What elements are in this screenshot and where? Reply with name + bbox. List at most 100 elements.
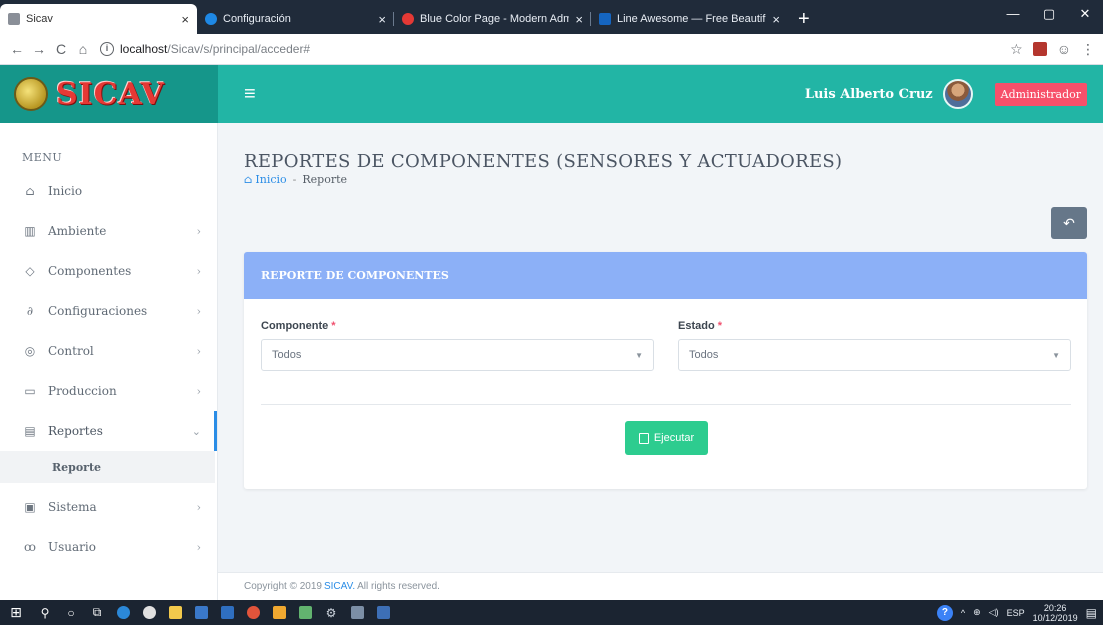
tab-favicon-icon: [205, 13, 217, 25]
form-divider: [261, 404, 1071, 405]
language-indicator[interactable]: ESP: [1007, 608, 1025, 618]
back-button[interactable]: ↶: [1051, 207, 1087, 239]
undo-arrow-icon: ↶: [1063, 215, 1075, 231]
app-icon[interactable]: [294, 602, 316, 624]
avatar[interactable]: [942, 79, 973, 109]
top-navbar: ≡ Luis Alberto Cruz Administrador: [218, 65, 1103, 123]
sidebar-item-label: Produccion: [48, 384, 117, 398]
sidebar-item-label: Inicio: [48, 184, 83, 198]
tab-title: Configuración: [223, 13, 291, 25]
state-label: Estado *: [678, 320, 723, 332]
hamburger-menu-icon[interactable]: ≡: [244, 83, 256, 106]
app-icon[interactable]: [372, 602, 394, 624]
brand-logo-area[interactable]: SICAV: [0, 65, 218, 123]
close-icon[interactable]: ×: [772, 12, 780, 27]
footer-brand-link[interactable]: SICAV.: [324, 581, 355, 592]
reload-icon[interactable]: C: [50, 41, 72, 57]
notifications-icon[interactable]: ▤: [1086, 606, 1097, 620]
sidebar-item-sistema[interactable]: ▣ Sistema ›: [0, 487, 217, 527]
caret-down-icon: ▼: [635, 350, 643, 360]
home-icon: ⌂: [244, 173, 253, 186]
sidebar-item-inicio[interactable]: ⌂ Inicio: [0, 171, 217, 211]
search-icon[interactable]: ⚲: [34, 602, 56, 624]
component-select[interactable]: Todos ▼: [261, 339, 654, 371]
toolbar-right: ☆ ☺ ⋮: [1010, 41, 1103, 58]
menu-title: MENU: [22, 151, 63, 164]
new-tab-button[interactable]: +: [788, 4, 820, 34]
home-icon[interactable]: ⌂: [72, 41, 94, 57]
edge-icon[interactable]: [112, 602, 134, 624]
tab-title: Line Awesome — Free Beautiful: [617, 13, 767, 25]
sidebar-item-usuario[interactable]: ꝏ Usuario ›: [0, 527, 217, 567]
chevron-right-icon: ›: [196, 384, 201, 398]
users-icon: ꝏ: [24, 540, 36, 554]
network-icon[interactable]: ⊕: [973, 607, 981, 618]
tab-title: Sicav: [26, 13, 53, 25]
back-arrow-icon[interactable]: ←: [6, 41, 28, 57]
breadcrumb-home-link[interactable]: ⌂ Inicio: [244, 173, 287, 186]
brand-name: SICAV: [56, 76, 165, 112]
settings-icon[interactable]: ⚙: [320, 602, 342, 624]
app-icon[interactable]: [190, 602, 212, 624]
system-tray: ? ^ ⊕ ◁) ESP 20:26 10/12/2019 ▤: [936, 603, 1103, 623]
file-explorer-icon[interactable]: [164, 602, 186, 624]
component-label: Componente *: [261, 320, 336, 332]
more-menu-icon[interactable]: ⋮: [1081, 41, 1095, 58]
user-menu[interactable]: Luis Alberto Cruz Administrador: [805, 79, 1103, 109]
maximize-icon[interactable]: ▢: [1031, 0, 1067, 28]
state-select[interactable]: Todos ▼: [678, 339, 1071, 371]
browser-tabstrip: Sicav × Configuración × Blue Color Page …: [0, 0, 1103, 34]
app-icon[interactable]: [242, 602, 264, 624]
sidebar-subitem-reporte[interactable]: Reporte: [0, 451, 215, 483]
chevron-right-icon: ›: [196, 540, 201, 554]
close-icon[interactable]: ×: [575, 12, 583, 27]
close-window-icon[interactable]: ✕: [1067, 0, 1103, 28]
gauge-icon: ◎: [24, 344, 36, 358]
browser-tab-sicav[interactable]: Sicav ×: [0, 4, 197, 34]
chevron-up-icon[interactable]: ^: [961, 608, 965, 618]
app-icon[interactable]: [216, 602, 238, 624]
component-field: Componente * Todos ▼: [261, 320, 654, 371]
box-icon: ▭: [24, 384, 36, 398]
windows-start-icon[interactable]: ⊞: [0, 604, 32, 621]
state-field: Estado * Todos ▼: [678, 320, 1071, 371]
sidebar-item-label: Control: [48, 344, 94, 358]
report-card: REPORTE DE COMPONENTES Componente * Todo…: [244, 252, 1087, 489]
sidebar-item-label: Componentes: [48, 264, 132, 278]
app-icon[interactable]: [268, 602, 290, 624]
sidebar-item-configuraciones[interactable]: ∂ Configuraciones ›: [0, 291, 217, 331]
info-icon[interactable]: i: [100, 42, 114, 56]
cortana-icon[interactable]: ○: [60, 602, 82, 624]
help-icon[interactable]: ?: [936, 604, 953, 621]
app-icon[interactable]: [346, 602, 368, 624]
close-icon[interactable]: ×: [378, 12, 386, 27]
volume-icon[interactable]: ◁): [989, 607, 999, 618]
sidebar-item-label: Reportes: [48, 424, 103, 438]
browser-tab-blue-color[interactable]: Blue Color Page - Modern Admi ×: [394, 4, 591, 34]
chart-icon: ▤: [24, 424, 36, 438]
extension-icon[interactable]: [1032, 42, 1047, 56]
bank-icon: ▥: [24, 224, 36, 238]
sidebar-item-produccion[interactable]: ▭ Produccion ›: [0, 371, 217, 411]
breadcrumb-separator: -: [292, 173, 297, 186]
star-icon[interactable]: ☆: [1010, 41, 1023, 58]
caret-down-icon: ▼: [1052, 350, 1060, 360]
task-view-icon[interactable]: ⧉: [86, 602, 108, 624]
run-report-button[interactable]: Ejecutar: [625, 421, 708, 455]
browser-tab-line-awesome[interactable]: Line Awesome — Free Beautiful ×: [591, 4, 788, 34]
link-icon: ∂: [26, 304, 34, 318]
sidebar-item-ambiente[interactable]: ▥ Ambiente ›: [0, 211, 217, 251]
url-input[interactable]: i localhost /Sicav/s/principal/acceder#: [100, 42, 1010, 56]
chrome-icon[interactable]: [138, 602, 160, 624]
user-name[interactable]: Luis Alberto Cruz: [805, 87, 933, 102]
close-icon[interactable]: ×: [181, 12, 189, 27]
minimize-icon[interactable]: —: [995, 0, 1031, 28]
profile-icon[interactable]: ☺: [1057, 41, 1071, 57]
sidebar-item-control[interactable]: ◎ Control ›: [0, 331, 217, 371]
clock[interactable]: 20:26 10/12/2019: [1033, 603, 1078, 623]
browser-tab-configuracion[interactable]: Configuración ×: [197, 4, 394, 34]
main-content: REPORTES DE COMPONENTES (SENSORES Y ACTU…: [218, 123, 1103, 600]
forward-arrow-icon[interactable]: →: [28, 41, 50, 57]
sidebar-item-componentes[interactable]: ◇ Componentes ›: [0, 251, 217, 291]
sidebar-item-reportes[interactable]: ▤ Reportes ⌄: [0, 411, 217, 451]
